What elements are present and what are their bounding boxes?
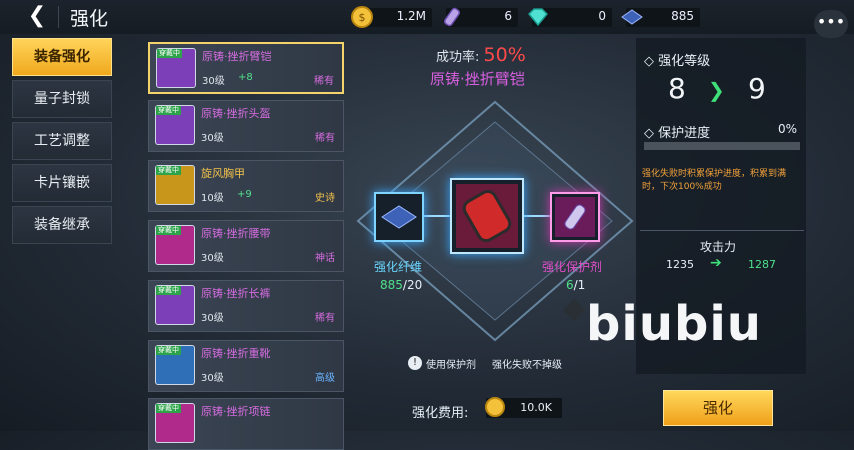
item-level: 30级 [202,76,225,87]
equipped-badge: 穿戴中 [156,404,181,413]
protect-description: 强化失败时积累保护进度，积累到满时，下次100%成功 [642,169,787,192]
tab-card-inlay[interactable]: 卡片镶嵌 [12,164,112,202]
equipped-badge: 穿戴中 [156,226,181,235]
list-item[interactable]: 穿戴中 原铸·挫折腰带 30级 神话 [148,220,344,272]
cost-label: 强化费用: [412,406,469,421]
gold-coin-icon [485,397,505,417]
cost-box: 10.0K [485,397,562,418]
protect-slot[interactable] [550,192,600,242]
arrow-right-icon: ➔ [710,255,722,271]
protect-progress-title: ◇ 保护进度 [644,126,711,141]
equipment-thumbnail: 穿戴中 [155,105,195,145]
level-title: ◇ 强化等级 [644,54,711,69]
fiber-slot[interactable] [374,192,424,242]
level-to: 9 [748,72,766,105]
item-level: 30级 [201,133,224,144]
item-name: 原铸·挫折臂铠 [202,50,272,63]
protect-progress-bar [644,142,800,150]
back-arrow-icon[interactable]: ❮ [22,3,52,29]
svg-text:$: $ [359,11,366,24]
list-item[interactable]: 穿戴中 原铸·挫折重靴 30级 高级 [148,340,344,392]
equipment-thumbnail: 穿戴中 [155,165,195,205]
more-options-icon[interactable]: ••• [814,10,848,38]
crystal-vial-icon [443,7,461,27]
vial-resource: 6 [443,7,518,27]
protect-count: 6/1 [566,278,586,292]
equipped-badge: 穿戴中 [156,346,181,355]
target-equipment-slot[interactable] [450,178,524,254]
equipment-thumbnail: 穿戴中 [155,403,195,443]
item-level: 30级 [201,253,224,264]
item-rarity: 稀有 [315,313,335,324]
item-level: 10级 [201,193,224,204]
attack-title: 攻击力 [700,240,737,254]
tab-craft-adjust[interactable]: 工艺调整 [12,122,112,160]
equipment-thumbnail: 穿戴中 [155,345,195,385]
enhance-button[interactable]: 强化 [663,390,773,426]
protect-vial-icon [555,197,595,237]
success-rate-value: 50% [483,44,526,66]
item-name: 原铸·挫折腰带 [201,227,271,240]
equipment-thumbnail: 穿戴中 [156,48,196,88]
no-downgrade-note: 强化失败不掉级 [492,360,562,371]
use-protect-checkbox[interactable]: ! [408,356,422,370]
item-name: 原铸·挫折重靴 [201,347,271,360]
selected-item-name: 原铸·挫折臂铠 [430,70,525,88]
equipped-badge: 穿戴中 [156,106,181,115]
attack-from: 1235 [666,258,694,271]
item-rarity: 高级 [315,373,335,384]
protect-label: 强化保护剂 [542,260,603,274]
item-plus: +8 [238,72,253,83]
list-item[interactable]: 穿戴中 原铸·挫折项链 [148,398,344,450]
page-title: 强化 [70,8,109,30]
diamond-icon [527,8,549,27]
item-plus: +9 [237,189,252,200]
item-rarity: 史诗 [315,193,335,204]
protect-progress-value: 0% [778,122,798,136]
item-rarity: 稀有 [314,76,334,87]
item-rarity: 神话 [315,253,335,264]
attack-to: 1287 [748,258,776,271]
watermark-text: biubiu [586,296,762,352]
list-item[interactable]: 穿戴中 原铸·挫折臂铠 30级 +8 稀有 [148,42,344,94]
equipment-thumbnail: 穿戴中 [155,225,195,265]
equipped-badge: 穿戴中 [156,166,181,175]
tab-equip-inherit[interactable]: 装备继承 [12,206,112,244]
item-level: 30级 [201,313,224,324]
fiber-count: 885/20 [380,278,423,292]
item-name: 旋风胸甲 [201,167,245,180]
list-item[interactable]: 穿戴中 原铸·挫折头盔 30级 稀有 [148,100,344,152]
equipped-badge: 穿戴中 [157,49,182,58]
item-name: 原铸·挫折项链 [201,405,271,418]
fiber-label: 强化纤维 [374,260,423,274]
use-protect-label: 使用保护剂 [426,360,476,371]
equipment-thumbnail: 穿戴中 [155,285,195,325]
arm-guard-icon [456,184,518,248]
equipped-badge: 穿戴中 [156,286,181,295]
gold-resource: $ 1.2M [351,6,432,28]
success-rate: 成功率: 50% [436,44,526,66]
list-item[interactable]: 穿戴中 旋风胸甲 10级 +9 史诗 [148,160,344,212]
fiber-icon [381,205,417,229]
chevron-right-icon: ❯ [708,78,725,102]
list-item[interactable]: 穿戴中 原铸·挫折长裤 30级 稀有 [148,280,344,332]
tab-quantum-lock[interactable]: 量子封锁 [12,80,112,118]
tab-equip-enhance[interactable]: 装备强化 [12,38,112,76]
item-name: 原铸·挫折头盔 [201,107,271,120]
divider [58,6,59,28]
item-name: 原铸·挫折长裤 [201,287,271,300]
diamond-resource: 0 [527,8,612,27]
fiber-icon [621,9,643,25]
gold-coin-icon: $ [351,6,373,28]
fiber-resource: 885 [621,8,700,27]
divider [640,230,804,231]
item-level: 30级 [201,373,224,384]
level-from: 8 [668,72,686,105]
item-rarity: 稀有 [315,133,335,144]
